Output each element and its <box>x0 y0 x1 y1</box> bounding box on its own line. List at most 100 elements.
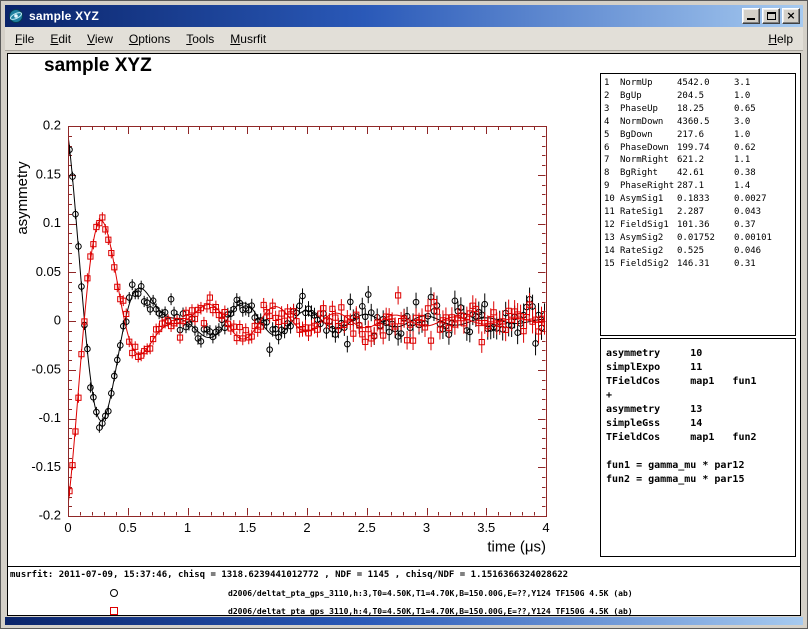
parameter-box: 1NormUp4542.03.1 2BgUp204.51.0 3PhaseUp1… <box>600 73 796 336</box>
theory-line <box>606 445 795 459</box>
menu-help[interactable]: Help <box>760 28 801 50</box>
parameter-row: 14RateSig20.5250.046 <box>604 245 795 258</box>
param-error: 0.65 <box>734 103 795 116</box>
theory-line: simpleGss 14 <box>606 417 795 431</box>
fit-status-line: musrfit: 2011-07-09, 15:37:46, chisq = 1… <box>10 570 568 580</box>
maximize-button[interactable] <box>762 8 780 24</box>
canvas-area: sample XYZ 1NormUp4542.03.1 2BgUp204.51.… <box>7 53 801 616</box>
param-error: 1.1 <box>734 154 795 167</box>
param-number: 8 <box>604 167 620 180</box>
theory-line: TFieldCos map1 fun1 <box>606 375 795 389</box>
param-error: 0.38 <box>734 167 795 180</box>
param-number: 13 <box>604 232 620 245</box>
plot-title: sample XYZ <box>44 55 152 77</box>
window-bottom-edge <box>5 617 803 625</box>
param-error: 0.046 <box>734 245 795 258</box>
parameter-row: 5BgDown217.61.0 <box>604 129 795 142</box>
parameter-row: 11RateSig12.2870.043 <box>604 206 795 219</box>
param-value: 18.25 <box>677 103 734 116</box>
menu-tools[interactable]: Tools <box>178 28 222 50</box>
param-value: 146.31 <box>677 258 734 271</box>
param-number: 3 <box>604 103 620 116</box>
param-number: 14 <box>604 245 620 258</box>
parameter-row: 2BgUp204.51.0 <box>604 90 795 103</box>
param-name: FieldSig2 <box>620 258 677 271</box>
param-name: PhaseRight <box>620 180 677 193</box>
theory-line: simplExpo 11 <box>606 361 795 375</box>
window-title: sample XYZ <box>29 9 742 23</box>
param-error: 0.31 <box>734 258 795 271</box>
param-name: NormDown <box>620 116 677 129</box>
param-error: 1.0 <box>734 90 795 103</box>
param-error: 0.00101 <box>734 232 795 245</box>
minimize-icon <box>747 18 755 20</box>
param-value: 2.287 <box>677 206 734 219</box>
menu-options[interactable]: Options <box>121 28 178 50</box>
param-number: 5 <box>604 129 620 142</box>
app-icon[interactable] <box>8 8 24 24</box>
window-controls: × <box>742 8 800 24</box>
theory-box: asymmetry 10 simplExpo 11 TFieldCos map1… <box>600 338 796 557</box>
param-name: FieldSig1 <box>620 219 677 232</box>
param-number: 11 <box>604 206 620 219</box>
close-button[interactable]: × <box>782 8 800 24</box>
param-error: 3.1 <box>734 77 795 90</box>
param-value: 204.5 <box>677 90 734 103</box>
theory-line: asymmetry 13 <box>606 403 795 417</box>
param-value: 0.1833 <box>677 193 734 206</box>
param-name: PhaseUp <box>620 103 677 116</box>
app-window: sample XYZ × File Edit View Options Tool… <box>0 0 808 629</box>
menu-bar: File Edit View Options Tools Musrfit Hel… <box>5 27 803 51</box>
param-name: AsymSig1 <box>620 193 677 206</box>
theory-line: + <box>606 389 795 403</box>
parameter-row: 7NormRight621.21.1 <box>604 154 795 167</box>
param-name: PhaseDown <box>620 142 677 155</box>
param-error: 0.043 <box>734 206 795 219</box>
param-number: 4 <box>604 116 620 129</box>
param-name: NormRight <box>620 154 677 167</box>
param-name: BgUp <box>620 90 677 103</box>
param-value: 199.74 <box>677 142 734 155</box>
theory-line: fun2 = gamma_mu * par15 <box>606 473 795 487</box>
legend-label: d2006/deltat_pta_gps_3110,h:3,T0=4.50K,T… <box>228 589 633 598</box>
param-name: BgDown <box>620 129 677 142</box>
parameter-row: 12FieldSig1101.360.37 <box>604 219 795 232</box>
param-value: 101.36 <box>677 219 734 232</box>
param-value: 287.1 <box>677 180 734 193</box>
menu-edit[interactable]: Edit <box>42 28 79 50</box>
theory-line: TFieldCos map1 fun2 <box>606 431 795 445</box>
param-name: BgRight <box>620 167 677 180</box>
param-error: 0.37 <box>734 219 795 232</box>
param-name: NormUp <box>620 77 677 90</box>
theory-line: fun1 = gamma_mu * par12 <box>606 459 795 473</box>
menu-view[interactable]: View <box>79 28 121 50</box>
param-number: 15 <box>604 258 620 271</box>
parameter-row: 1NormUp4542.03.1 <box>604 77 795 90</box>
param-error: 1.4 <box>734 180 795 193</box>
param-name: RateSig2 <box>620 245 677 258</box>
legend-circle-marker-icon <box>110 589 118 597</box>
minimize-button[interactable] <box>742 8 760 24</box>
param-value: 42.61 <box>677 167 734 180</box>
param-value: 217.6 <box>677 129 734 142</box>
param-name: RateSig1 <box>620 206 677 219</box>
param-value: 621.2 <box>677 154 734 167</box>
menu-musrfit[interactable]: Musrfit <box>222 28 274 50</box>
param-number: 7 <box>604 154 620 167</box>
parameter-row: 9PhaseRight287.11.4 <box>604 180 795 193</box>
param-name: AsymSig2 <box>620 232 677 245</box>
parameter-row: 15FieldSig2146.310.31 <box>604 258 795 271</box>
param-value: 0.525 <box>677 245 734 258</box>
param-number: 12 <box>604 219 620 232</box>
param-number: 9 <box>604 180 620 193</box>
legend-square-marker-icon <box>110 607 118 615</box>
legend-row: d2006/deltat_pta_gps_3110,h:4,T0=4.50K,T… <box>8 604 800 618</box>
asymmetry-plot[interactable] <box>8 96 578 566</box>
param-error: 1.0 <box>734 129 795 142</box>
parameter-row: 6PhaseDown199.740.62 <box>604 142 795 155</box>
parameter-row: 8BgRight42.610.38 <box>604 167 795 180</box>
footer-divider <box>8 566 800 567</box>
menu-file[interactable]: File <box>7 28 42 50</box>
parameter-row: 10AsymSig10.18330.0027 <box>604 193 795 206</box>
param-number: 6 <box>604 142 620 155</box>
